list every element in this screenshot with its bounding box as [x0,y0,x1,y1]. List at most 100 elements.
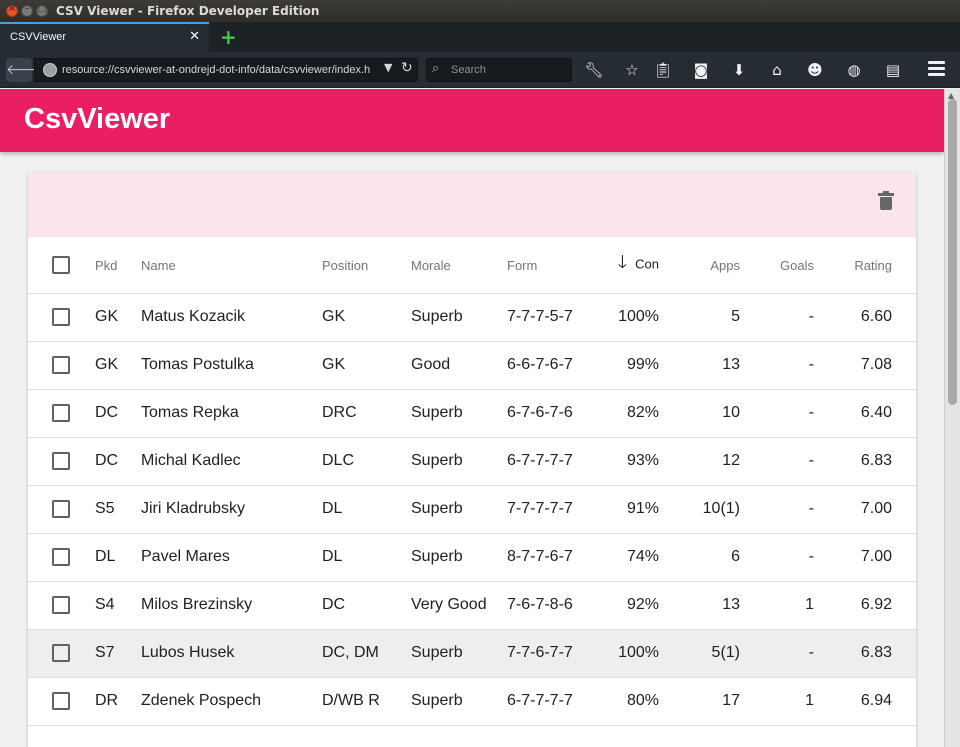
header-morale[interactable]: Morale [411,238,507,294]
new-tab-icon[interactable]: + [220,25,237,49]
window-title: CSV Viewer - Firefox Developer Edition [56,4,320,18]
table-row[interactable]: DC Michal Kadlec DLC Superb 6-7-7-7-7 93% 12-6… [28,437,916,486]
table-row[interactable]: DL Pavel Mares DL Superb 8-7-7-6-7 74% 6-7.00 [28,533,916,582]
cell-rating: 7.00 [814,533,892,582]
cell-con: 80% [589,677,659,726]
cell-spacer [892,293,916,342]
cell-position: DLC [322,437,411,486]
row-checkbox[interactable] [52,499,70,518]
cell-spacer [892,485,916,534]
wrench-icon[interactable]: 🔧︎ [584,60,604,80]
header-goals[interactable]: Goals [740,238,814,294]
cell-form: 8-7-7-6-7 [507,533,589,582]
url-text[interactable]: resource://csvviewer-at-ondrejd-dot-info… [62,64,378,76]
cell-position: DC, DM [322,629,411,678]
header-apps[interactable]: Apps [659,238,740,294]
cell-goals: 1 [740,677,814,726]
row-checkbox-cell [28,293,95,342]
cell-name: Michal Kadlec [141,437,322,486]
cell-spacer [892,533,916,582]
url-bar[interactable]: resource://csvviewer-at-ondrejd-dot-info… [34,58,418,82]
back-button[interactable]: 🡐 [6,58,44,82]
row-checkbox[interactable] [52,643,70,662]
cell-con: 74% [589,533,659,582]
devtools-icon[interactable]: ◍ [844,60,864,80]
row-checkbox[interactable] [52,307,70,326]
vertical-scrollbar[interactable]: ▲ [944,89,960,747]
cell-rating: 6.94 [814,677,892,726]
cell-form: 7-7-6-7-7 [507,629,589,678]
table-row[interactable]: DC Tomas Repka DRC Superb 6-7-6-7-6 82% 10-6.4… [28,389,916,438]
cell-apps: 10(1) [659,485,740,534]
select-all-checkbox-cell [28,238,95,294]
table-row[interactable]: S4 Milos Brezinsky DC Very Good 7-6-7-8-6 92%… [28,581,916,630]
table-row[interactable]: S7 Lubos Husek DC, DM Superb 7-7-6-7-7 100% 5(… [28,629,916,678]
download-icon[interactable]: ⬇ [729,60,749,80]
smiley-icon[interactable]: ☻ [805,60,825,80]
minimize-icon: – [24,3,30,14]
sort-descending-arrow-icon: 🡓 [617,252,628,273]
reload-icon[interactable]: ↻ [401,60,413,76]
cell-spacer [892,677,916,726]
header-name[interactable]: Name [141,238,322,294]
cell-apps: 6 [659,533,740,582]
cell-morale: Superb [411,629,507,678]
cell-morale: Good [411,341,507,390]
home-icon[interactable]: ⌂ [767,60,787,80]
row-checkbox[interactable] [52,547,70,566]
table-row[interactable]: GK Matus Kozacik GK Superb 7-7-7-5-7 100% 5-6.… [28,293,916,342]
cell-pkd: S5 [95,485,141,534]
row-checkbox[interactable] [52,403,70,422]
cell-goals: - [740,629,814,678]
search-bar[interactable]: ⌕ Search [426,58,572,82]
cell-apps: 10 [659,389,740,438]
header-form[interactable]: Form [507,238,589,294]
cell-position: GK [322,341,411,390]
window-close-button[interactable]: × [6,3,18,17]
pocket-icon[interactable]: ◙ [691,60,711,80]
table-row[interactable]: DR Zdenek Pospech D/WB R Superb 6-7-7-7-7 80%… [28,677,916,726]
cell-goals: - [740,485,814,534]
cell-position: DL [322,533,411,582]
clipboard-icon[interactable]: 📋︎ [653,60,673,80]
scrollbar-thumb[interactable] [948,99,957,405]
cell-position: DRC [322,389,411,438]
cell-apps: 12 [659,437,740,486]
header-rating[interactable]: Rating [814,238,892,294]
hamburger-menu-icon[interactable] [928,61,945,77]
tab-csvviewer[interactable]: CSVViewer ✕ [0,22,209,52]
cell-rating: 7.00 [814,485,892,534]
url-dropdown-icon[interactable]: ▼ [384,61,392,74]
row-checkbox[interactable] [52,691,70,710]
row-checkbox-cell [28,677,95,726]
cell-position: GK [322,293,411,342]
globe-icon [43,63,57,77]
table-row[interactable]: S5 Jiri Kladrubsky DL Superb 7-7-7-7-7 91% 10(… [28,485,916,534]
row-checkbox-cell [28,533,95,582]
header-pkd[interactable]: Pkd [95,238,141,294]
table-row[interactable]: GK Tomas Postulka GK Good 6-6-7-6-7 99% 13-7.0… [28,341,916,390]
row-checkbox[interactable] [52,355,70,374]
window-minimize-button[interactable]: – [21,3,33,17]
table-header-row: Pkd Name Position Morale Form 🡓 Con Apps … [28,238,916,294]
cell-position: DC [322,581,411,630]
window-titlebar: × – □ CSV Viewer - Firefox Developer Edi… [0,0,960,22]
cell-goals: - [740,389,814,438]
cell-pkd: DC [95,389,141,438]
window-maximize-button[interactable]: □ [36,3,48,17]
bookmark-star-icon[interactable]: ☆ [622,60,642,80]
trash-icon[interactable] [878,191,894,211]
cell-pkd: DL [95,533,141,582]
cell-con: 99% [589,341,659,390]
row-checkbox[interactable] [52,595,70,614]
row-checkbox[interactable] [52,451,70,470]
header-position[interactable]: Position [322,238,411,294]
header-con[interactable]: 🡓 Con [589,238,659,294]
cell-rating: 6.92 [814,581,892,630]
extension-icon[interactable]: ▤ [883,60,903,80]
cell-rating: 6.83 [814,629,892,678]
cell-rating: 6.60 [814,293,892,342]
cell-morale: Superb [411,437,507,486]
tab-close-icon[interactable]: ✕ [189,29,200,44]
select-all-checkbox[interactable] [52,256,70,275]
